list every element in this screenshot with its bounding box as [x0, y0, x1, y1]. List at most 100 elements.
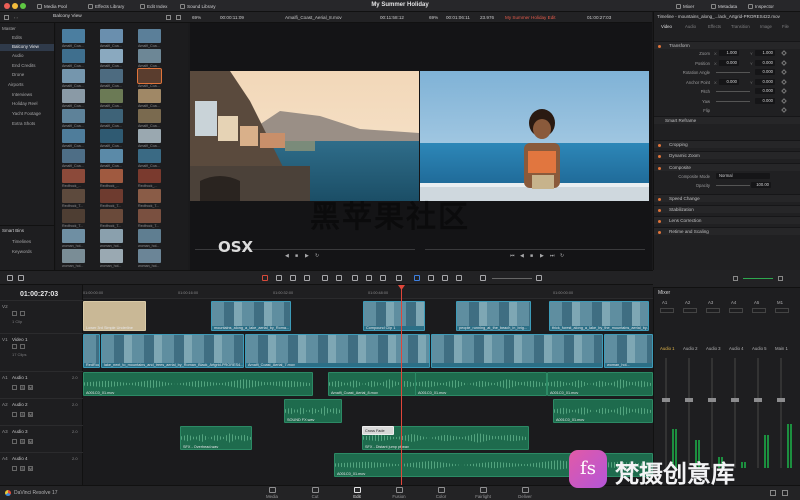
page-tab-deliver[interactable]: Deliver [508, 487, 542, 499]
bin-audio[interactable]: Audio [12, 53, 24, 60]
settings-gear-icon[interactable] [782, 490, 788, 496]
overwrite-clip-icon[interactable] [336, 275, 342, 281]
blade-tool-icon[interactable] [304, 275, 310, 281]
fader-knob[interactable] [731, 398, 739, 402]
audio-clip[interactable]: A001C0_01.mov [83, 372, 313, 396]
eq-button[interactable] [752, 308, 766, 313]
grid-view-icon[interactable] [166, 15, 171, 20]
trim-tool-icon[interactable] [276, 275, 282, 281]
keyframe-icon[interactable] [781, 59, 787, 66]
video-clip[interactable]: RedRoc... [83, 334, 100, 368]
play-reverse-icon[interactable]: ◀ [285, 253, 289, 259]
volume-slider[interactable] [743, 278, 773, 279]
bin-interviews[interactable]: Interviews [12, 92, 32, 99]
close-window-icon[interactable] [4, 3, 10, 9]
play-icon[interactable]: ▶ [540, 253, 544, 259]
composite-mode-select[interactable]: Normal [716, 173, 770, 179]
tab-effects[interactable]: Effects [708, 24, 721, 29]
section-retime-scaling[interactable]: Retime and Scaling [654, 227, 800, 235]
lock-icon[interactable] [12, 439, 17, 444]
zoom-out-icon[interactable] [480, 275, 486, 281]
clip-thumbnail[interactable] [62, 69, 85, 83]
tab-video[interactable]: Video [661, 24, 672, 29]
back-arrow-icon[interactable]: ‹ › [14, 15, 18, 20]
eq-button[interactable] [706, 308, 720, 313]
video-clip[interactable]: Lower 3rd Simple Underline [83, 301, 146, 331]
lock-icon[interactable] [12, 412, 17, 417]
section-stabilization[interactable]: Stabilization [654, 205, 800, 213]
zoom-full-icon[interactable] [428, 275, 434, 281]
track-header[interactable]: A3 Audio 3 2.0 S M [0, 425, 83, 451]
transform-x-field[interactable]: 0.000 [719, 78, 739, 85]
video-clip[interactable] [431, 334, 603, 368]
audio-meter-icon[interactable] [778, 276, 783, 281]
section-dynamic-zoom[interactable]: Dynamic Zoom [654, 151, 800, 159]
transform-y-field[interactable]: 0.000 [755, 88, 775, 94]
clip-thumbnail[interactable] [100, 229, 123, 243]
mute-icon[interactable]: M [28, 466, 33, 471]
clip-thumbnail[interactable] [62, 169, 85, 183]
tab-metadata[interactable]: Metadata [711, 3, 737, 10]
fader-knob[interactable] [708, 398, 716, 402]
eq-button[interactable] [683, 308, 697, 313]
page-tab-media[interactable]: Media [255, 487, 289, 499]
clip-thumbnail[interactable] [138, 89, 161, 103]
clip-thumbnail[interactable] [100, 109, 123, 123]
tab-sound-library[interactable]: Sound Library [180, 3, 216, 10]
clip-thumbnail[interactable] [100, 129, 123, 143]
enabled-dot-icon[interactable] [658, 208, 661, 212]
audio-clip[interactable]: SFX - Overhead.wav [180, 426, 252, 450]
video-clip[interactable]: people_running_at_the_beach_in_brig... [456, 301, 531, 331]
source-viewer-frame[interactable] [190, 71, 419, 201]
clip-thumbnail[interactable] [100, 89, 123, 103]
bin-extra-shots[interactable]: Extra Shots [12, 121, 35, 128]
clip-thumbnail[interactable] [62, 89, 85, 103]
source-zoom[interactable]: 69% [192, 15, 201, 20]
video-clip[interactable]: woman_hol... [604, 334, 653, 368]
first-frame-icon[interactable]: ⏮ [510, 253, 515, 259]
insert-clip-icon[interactable] [322, 275, 328, 281]
track-header[interactable]: A1 Audio 1 2.0 S M [0, 371, 83, 397]
mute-icon[interactable]: M [28, 412, 33, 417]
eq-button[interactable] [729, 308, 743, 313]
bin-yacht-footage[interactable]: Yacht Footage [12, 111, 41, 118]
track-header[interactable]: V1 Video 1 17 Clips [0, 333, 83, 369]
loop-icon[interactable]: ↻ [560, 253, 564, 259]
tab-inspector[interactable]: Inspector [748, 3, 774, 10]
timeline-ruler[interactable]: 01:00:00:00 01:00:16:00 01:00:32:00 01:00:4… [83, 285, 653, 299]
clip-thumbnail[interactable] [62, 129, 85, 143]
clip-thumbnail[interactable] [100, 189, 123, 203]
enabled-dot-icon[interactable] [658, 44, 661, 48]
page-tab-cut[interactable]: Cut [298, 487, 332, 499]
sidebar-toggle-icon[interactable] [4, 15, 9, 20]
clip-thumbnail[interactable] [62, 109, 85, 123]
clip-thumbnail[interactable] [62, 209, 85, 223]
timeline-zoom[interactable]: 69% [429, 15, 438, 20]
loop-icon[interactable]: ↻ [315, 253, 319, 259]
section-smart-reframe[interactable]: Smart Reframe [654, 116, 800, 124]
tab-edit-index[interactable]: Edit Index [140, 3, 167, 10]
transform-y-field[interactable]: 1.000 [755, 50, 775, 56]
enabled-dot-icon[interactable] [658, 219, 661, 223]
fader-knob[interactable] [685, 398, 693, 402]
tab-audio[interactable]: Audio [685, 24, 696, 29]
clip-thumbnail[interactable] [100, 209, 123, 223]
clip-thumbnail[interactable] [62, 189, 85, 203]
lock-icon[interactable] [12, 311, 17, 316]
audio-clip[interactable]: Amalfi_Coast_Aerial_8.mov [328, 372, 416, 396]
audio-clip[interactable]: A001C0_01.mov [553, 399, 653, 423]
audio-clip[interactable]: A001C0_01.mov [334, 453, 653, 477]
tab-media-pool[interactable]: Media Pool [37, 3, 67, 10]
tab-transition[interactable]: Transition [731, 24, 750, 29]
home-icon[interactable] [770, 490, 776, 496]
clip-thumbnail[interactable] [137, 68, 162, 84]
marker-icon[interactable] [414, 275, 420, 281]
video-clip[interactable]: lake_next_to_mountains_and_trees_aerial_… [101, 334, 244, 368]
audio-clip[interactable]: A001C0_01.mov [415, 372, 547, 396]
zoom-in-icon[interactable] [536, 275, 542, 281]
transform-y-field[interactable]: 0.000 [755, 69, 775, 75]
lock-icon[interactable] [12, 344, 17, 349]
bin-drone[interactable]: Drone [12, 72, 24, 79]
clip-thumbnail[interactable] [100, 149, 123, 163]
tab-effects-library[interactable]: Effects Library [88, 3, 124, 10]
